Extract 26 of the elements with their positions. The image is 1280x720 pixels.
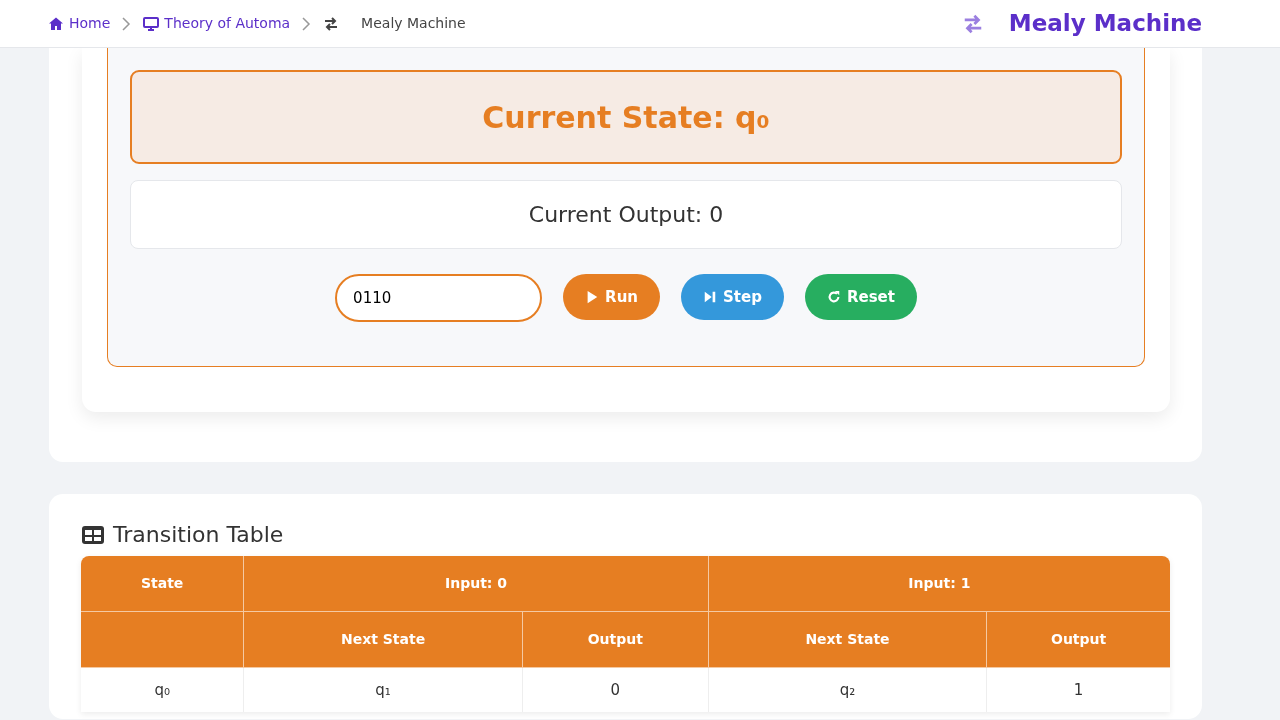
table-cell: q₂: [708, 668, 988, 713]
page-title: Mealy Machine: [1008, 9, 1202, 39]
column-header: Next State: [244, 612, 523, 669]
current-output-display: Current Output: 0: [130, 180, 1122, 249]
table-cell: 1: [987, 668, 1170, 713]
swap-icon: [323, 15, 340, 32]
input-field[interactable]: 0110: [335, 274, 543, 322]
table-cell: 0: [522, 668, 709, 713]
table-icon: [81, 525, 105, 546]
column-header: Input: 1: [708, 556, 1170, 613]
breadcrumb-current: Mealy Machine: [361, 14, 466, 33]
section-title: Transition Table: [113, 522, 284, 549]
home-icon: [48, 15, 64, 32]
column-header: State: [81, 556, 245, 613]
table-cell: q₁: [244, 668, 523, 713]
current-state-display: Current State: q₀: [130, 70, 1122, 164]
table-cell: q₀: [81, 668, 245, 713]
column-header: Next State: [708, 612, 988, 669]
column-header: Output: [987, 612, 1170, 669]
column-header: Output: [522, 612, 709, 669]
breadcrumb-link[interactable]: Theory of Automa: [143, 13, 291, 34]
reset-icon: [826, 290, 841, 304]
step-forward-icon: [703, 290, 717, 304]
breadcrumb-link[interactable]: Home: [48, 13, 111, 34]
column-header: Input: 0: [244, 556, 709, 613]
monitor-icon: [143, 15, 160, 32]
